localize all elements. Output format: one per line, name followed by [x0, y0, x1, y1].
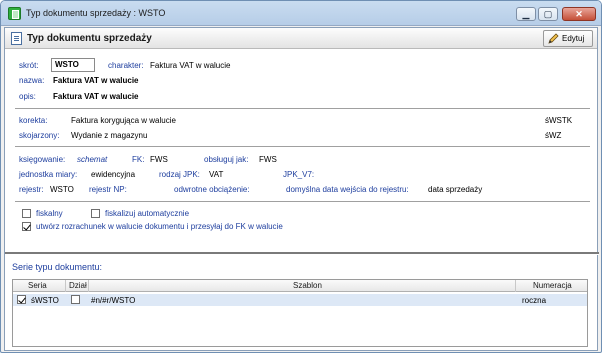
- column-header-dzial[interactable]: Dział: [69, 281, 87, 290]
- jednostka-label: jednostka miary:: [19, 170, 78, 179]
- skojarzony-code: śWZ: [545, 131, 562, 140]
- opis-label: opis:: [19, 92, 36, 101]
- document-icon: [11, 32, 22, 45]
- column-header-szablon[interactable]: Szablon: [293, 281, 322, 290]
- row-select-checkbox[interactable]: [17, 295, 26, 304]
- rozrachunek-checkbox[interactable]: [22, 222, 31, 231]
- charakter-value: Faktura VAT w walucie: [150, 61, 231, 70]
- edit-button-label: Edytuj: [562, 34, 585, 43]
- fk-label: FK:: [132, 155, 145, 164]
- close-button[interactable]: ✕: [562, 7, 596, 21]
- domyslna-data-label: domyślna data wejścia do rejestru:: [286, 185, 409, 194]
- row-seria: śWSTO: [31, 296, 59, 305]
- minimize-button[interactable]: ▁: [516, 7, 536, 21]
- ksiegowanie-label: księgowanie:: [19, 155, 66, 164]
- korekta-code: śWSTK: [545, 116, 573, 125]
- column-header-seria[interactable]: Seria: [28, 281, 47, 290]
- korekta-value[interactable]: Faktura korygująca w walucie: [71, 116, 176, 125]
- edit-button[interactable]: Edytuj: [543, 30, 593, 47]
- window-title: Typ dokumentu sprzedaży : WSTO: [26, 8, 166, 18]
- app-icon: [8, 7, 21, 20]
- column-header-numeracja[interactable]: Numeracja: [533, 281, 572, 290]
- nazwa-value[interactable]: Faktura VAT w walucie: [53, 76, 139, 85]
- rodzaj-jpk-value[interactable]: VAT: [209, 170, 223, 179]
- form-header: Typ dokumentu sprzedaży Edytuj: [5, 28, 597, 49]
- jpk-v7-label: JPK_V7:: [283, 170, 315, 179]
- fk-value[interactable]: FWS: [150, 155, 168, 164]
- fiskalny-label: fiskalny: [36, 209, 63, 218]
- maximize-button[interactable]: ▢: [538, 7, 558, 21]
- form-body: Typ dokumentu sprzedaży Edytuj skrót: WS…: [4, 27, 599, 351]
- obsluguj-value[interactable]: FWS: [259, 155, 277, 164]
- page-title: Typ dokumentu sprzedaży: [27, 33, 152, 44]
- odwrotne-label: odwrotne obciążenie:: [174, 185, 250, 194]
- skrot-label: skrót:: [19, 61, 39, 70]
- opis-value[interactable]: Faktura VAT w walucie: [53, 92, 139, 101]
- divider: [15, 201, 590, 203]
- row-szablon: #n/#r/WSTO: [91, 296, 136, 305]
- skojarzony-label: skojarzony:: [19, 131, 60, 140]
- nazwa-label: nazwa:: [19, 76, 45, 85]
- pencil-icon: [548, 33, 559, 44]
- divider: [15, 146, 590, 148]
- fiskalny-checkbox[interactable]: [22, 209, 31, 218]
- row-numeracja: roczna: [522, 296, 547, 305]
- title-bar[interactable]: Typ dokumentu sprzedaży : WSTO ▁ ▢ ✕: [1, 1, 601, 26]
- charakter-label: charakter:: [108, 61, 144, 70]
- rodzaj-jpk-label: rodzaj JPK:: [159, 170, 200, 179]
- window: Typ dokumentu sprzedaży : WSTO ▁ ▢ ✕ Typ…: [0, 0, 602, 353]
- jednostka-value[interactable]: ewidencyjna: [91, 170, 135, 179]
- skrot-field[interactable]: WSTO: [51, 58, 95, 72]
- ksiegowanie-value[interactable]: schemat: [77, 155, 107, 164]
- section-divider: [5, 252, 599, 255]
- korekta-label: korekta:: [19, 116, 48, 125]
- rejestr-label: rejestr:: [19, 185, 44, 194]
- rozrachunek-label: utwórz rozrachunek w walucie dokumentu i…: [36, 222, 283, 231]
- fiskalizuj-label: fiskalizuj automatycznie: [105, 209, 190, 218]
- series-table: Seria Dział Szablon Numeracja śWSTO #n/#…: [12, 279, 588, 347]
- row-dzial-checkbox[interactable]: [71, 295, 80, 304]
- series-section-label: Serie typu dokumentu:: [12, 262, 103, 272]
- domyslna-data-value[interactable]: data sprzedaży: [428, 185, 482, 194]
- divider: [15, 108, 590, 110]
- fiskalizuj-checkbox[interactable]: [91, 209, 100, 218]
- series-table-header: Seria Dział Szablon Numeracja: [13, 280, 587, 292]
- table-row[interactable]: śWSTO #n/#r/WSTO roczna: [13, 294, 587, 306]
- obsluguj-label: obsługuj jak:: [204, 155, 249, 164]
- rejestr-value[interactable]: WSTO: [50, 185, 74, 194]
- skojarzony-value[interactable]: Wydanie z magazynu: [71, 131, 147, 140]
- rejestr-np-label: rejestr NP:: [89, 185, 127, 194]
